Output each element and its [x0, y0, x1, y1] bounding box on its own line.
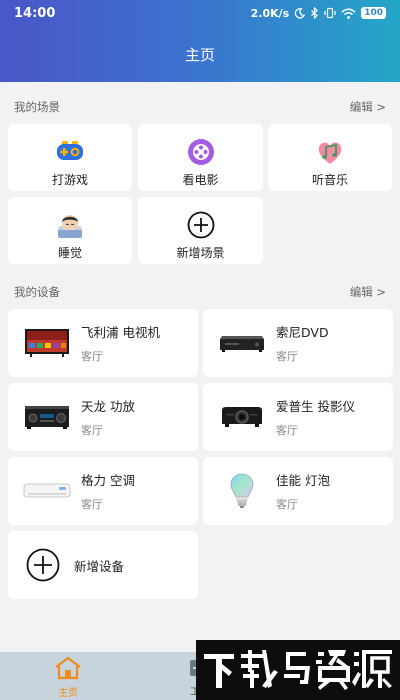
movie-icon — [186, 138, 216, 166]
device-name: 天龙 功放 — [81, 399, 135, 414]
status-bar: 14:00 2.0K/s 100 — [0, 0, 400, 26]
scenes-section-header: 我的场景 编辑 > — [14, 98, 386, 116]
page-title: 主页 — [184, 46, 215, 64]
moon-icon — [294, 7, 306, 19]
dvd-player-icon — [217, 323, 267, 363]
scene-label: 听音乐 — [311, 173, 348, 187]
device-card-amplifier[interactable]: 天龙 功放 客厅 — [8, 383, 198, 451]
device-name: 佳能 灯泡 — [276, 473, 330, 488]
device-room: 客厅 — [276, 350, 298, 363]
net-speed: 2.0K/s — [250, 6, 290, 20]
sleep-icon — [55, 211, 85, 239]
app-header: 14:00 2.0K/s 100 主页 — [0, 0, 400, 82]
device-room: 客厅 — [81, 350, 103, 363]
device-name: 格力 空调 — [81, 473, 135, 488]
device-room: 客厅 — [276, 498, 298, 511]
tab-home-label: 主页 — [58, 688, 78, 699]
scenes-title: 我的场景 — [14, 100, 60, 114]
scene-label: 睡觉 — [57, 246, 82, 260]
air-conditioner-icon — [22, 471, 72, 511]
battery-icon: 100 — [361, 7, 386, 19]
scene-label: 打游戏 — [51, 173, 88, 187]
add-scene-card[interactable]: 新增场景 — [138, 197, 263, 264]
light-bulb-icon — [217, 471, 267, 511]
scene-card-movie[interactable]: 看电影 — [138, 124, 263, 191]
device-name: 爱普生 投影仪 — [276, 399, 355, 414]
scenes-edit-link[interactable]: 编辑 > — [350, 99, 386, 115]
tv-icon — [22, 323, 72, 363]
add-device-label: 新增设备 — [74, 558, 125, 574]
bluetooth-icon — [310, 7, 319, 19]
watermark-logo — [196, 640, 400, 700]
status-icons: 2.0K/s 100 — [251, 7, 386, 20]
add-device-card[interactable]: 新增设备 — [8, 531, 198, 599]
wifi-icon — [341, 8, 356, 19]
status-time: 14:00 — [14, 5, 56, 21]
scene-label: 看电影 — [182, 173, 219, 187]
devices-section-header: 我的设备 编辑 > — [14, 283, 386, 301]
amplifier-icon — [22, 397, 72, 437]
devices-edit-link[interactable]: 编辑 > — [350, 284, 386, 300]
scene-card-game[interactable]: 打游戏 — [8, 124, 132, 191]
device-name: 飞利浦 电视机 — [81, 325, 160, 340]
scene-card-sleep[interactable]: 睡觉 — [8, 197, 132, 264]
device-name: 索尼DVD — [276, 325, 329, 340]
scene-label: 新增场景 — [176, 246, 225, 260]
projector-icon — [217, 397, 267, 437]
device-card-light-bulb[interactable]: 佳能 灯泡 客厅 — [203, 457, 393, 525]
device-room: 客厅 — [81, 498, 103, 511]
music-icon — [315, 138, 345, 166]
device-room: 客厅 — [81, 424, 103, 437]
device-card-projector[interactable]: 爱普生 投影仪 客厅 — [203, 383, 393, 451]
device-card-air-conditioner[interactable]: 格力 空调 客厅 — [8, 457, 198, 525]
plus-circle-icon — [186, 211, 216, 239]
device-card-tv[interactable]: 飞利浦 电视机 客厅 — [8, 309, 198, 377]
devices-title: 我的设备 — [14, 285, 60, 299]
vibrate-icon — [324, 7, 336, 19]
device-room: 客厅 — [276, 424, 298, 437]
home-icon — [50, 656, 86, 683]
device-card-dvd[interactable]: 索尼DVD 客厅 — [203, 309, 393, 377]
gamepad-icon — [55, 138, 85, 166]
scene-card-music[interactable]: 听音乐 — [268, 124, 392, 191]
tab-home[interactable]: 主页 — [50, 656, 86, 699]
plus-circle-icon — [24, 545, 62, 585]
